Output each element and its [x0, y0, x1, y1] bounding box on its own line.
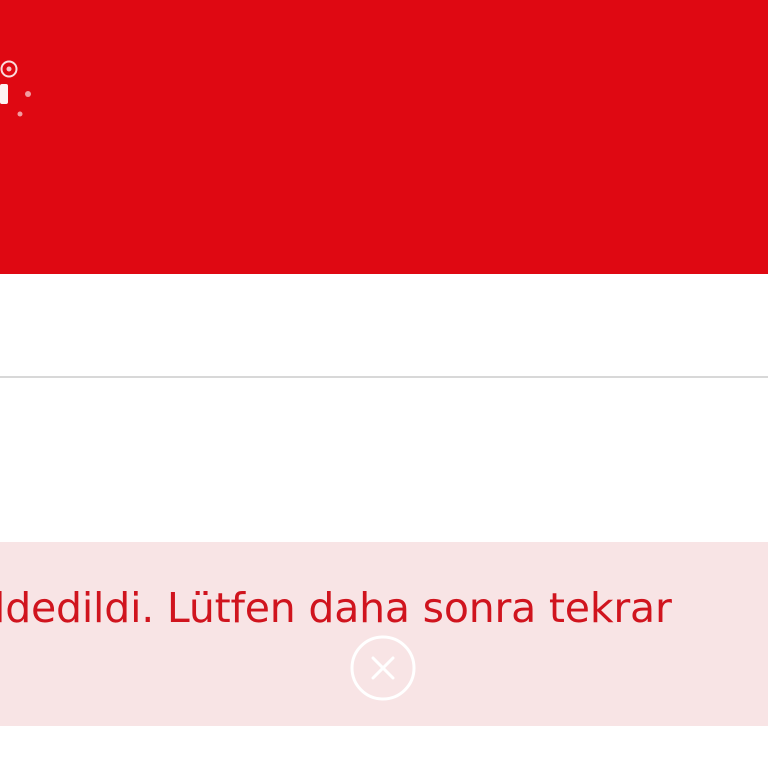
brand-logo-icon[interactable] [0, 52, 40, 122]
footer-strip [0, 726, 768, 768]
sub-navigation-bar [0, 274, 768, 377]
content-area [0, 378, 768, 542]
error-alert: ldedildi. Lütfen daha sonra tekrar [0, 542, 768, 726]
alert-message: ldedildi. Lütfen daha sonra tekrar [0, 584, 672, 632]
close-circle-icon[interactable] [349, 634, 417, 702]
site-header [0, 0, 768, 274]
